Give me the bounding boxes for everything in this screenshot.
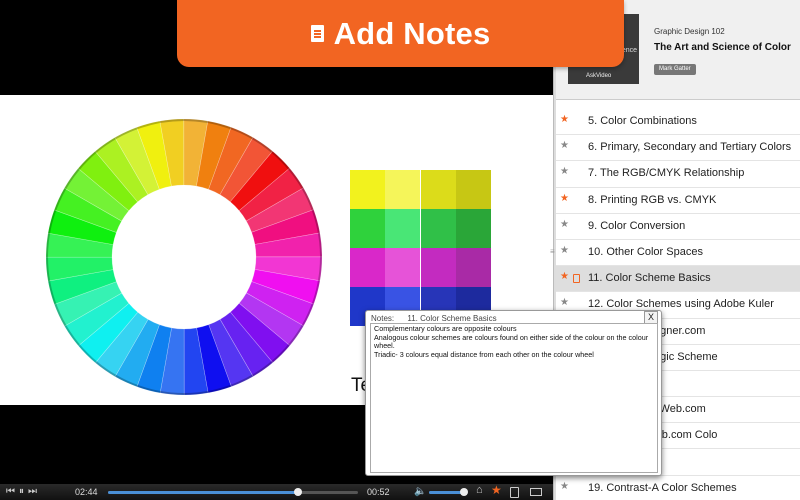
color-swatch <box>455 209 491 248</box>
star-icon[interactable]: ★ <box>560 166 569 177</box>
lesson-label: 11. Color Scheme Basics <box>588 272 711 285</box>
star-icon[interactable]: ★ <box>560 271 569 282</box>
color-swatch <box>420 248 456 287</box>
star-icon[interactable]: ★ <box>560 481 569 492</box>
thumbnail-text: ence <box>621 47 637 54</box>
app-window: Te Add Notes ⏮ ⏸ ⏭ 02:44 00:52 🔈 ⌂ ★ Not… <box>0 0 800 500</box>
notes-line: Analogous colour schemes are colours fou… <box>374 332 649 351</box>
lesson-label: 7. The RGB/CMYK Relationship <box>588 167 745 180</box>
color-swatch <box>385 209 421 248</box>
lesson-label: 12. Color Schemes using Adobe Kuler <box>588 298 774 311</box>
color-swatch <box>420 209 456 248</box>
author-badge: Mark Gatter <box>654 64 696 75</box>
volume-fill <box>429 491 465 494</box>
home-icon[interactable]: ⌂ <box>476 484 483 496</box>
lesson-item[interactable]: ★ 8. Printing RGB vs. CMYK <box>556 188 800 214</box>
lesson-label: 6. Primary, Secondary and Tertiary Color… <box>588 141 792 154</box>
lesson-item[interactable]: ★ 11. Color Scheme Basics <box>556 266 800 293</box>
lesson-item[interactable]: ★ 7. The RGB/CMYK Relationship <box>556 161 800 188</box>
progress-knob[interactable] <box>294 488 302 496</box>
lesson-label: 5. Color Combinations <box>588 115 697 127</box>
star-icon[interactable]: ★ <box>491 483 502 497</box>
color-swatch <box>350 209 385 248</box>
lesson-item[interactable]: ★ 5. Color Combinations <box>556 109 800 136</box>
notes-line: Triadic- 3 colours equal distance from e… <box>374 349 594 359</box>
fast-forward-icon[interactable]: ⏭ <box>28 484 37 500</box>
note-icon <box>573 274 580 284</box>
remaining-time: 00:52 <box>367 487 390 497</box>
lesson-label: 10. Other Color Spaces <box>588 245 703 258</box>
player-controls: ⏮ ⏸ ⏭ 02:44 00:52 🔈 ⌂ ★ <box>0 483 553 500</box>
course-title: The Art and Science of Color <box>654 42 791 53</box>
drag-handle-icon[interactable]: ≡ <box>550 247 555 256</box>
thumbnail-brand: AskVideo <box>586 73 612 79</box>
notes-icon[interactable] <box>510 487 519 498</box>
color-swatch <box>350 170 385 209</box>
color-swatch <box>385 248 421 287</box>
star-icon[interactable]: ★ <box>560 245 569 256</box>
star-icon[interactable]: ★ <box>560 193 569 204</box>
lesson-label: 8. Printing RGB vs. CMYK <box>588 193 717 206</box>
volume-icon[interactable]: 🔈 <box>414 484 426 500</box>
note-icon <box>310 25 324 42</box>
lesson-item[interactable]: ★ 6. Primary, Secondary and Tertiary Colo… <box>556 135 800 162</box>
progress-fill <box>108 491 298 494</box>
lesson-label: 19. Contrast-A Color Schemes <box>588 481 737 494</box>
volume-knob[interactable] <box>460 488 469 496</box>
lesson-label: 9. Color Conversion <box>588 219 686 232</box>
notes-lesson-title: 11. Color Scheme Basics <box>407 314 497 323</box>
current-time: 02:44 <box>75 487 98 497</box>
volume-slider[interactable] <box>429 488 469 496</box>
color-swatch <box>455 248 491 287</box>
notes-popup: Notes: 11. Color Scheme Basics X Complem… <box>365 310 662 476</box>
color-swatch-grid <box>350 170 491 326</box>
star-icon[interactable]: ★ <box>560 297 569 308</box>
lesson-item[interactable]: ★ 19. Contrast-A Color Schemes <box>556 476 800 500</box>
color-swatch <box>350 248 385 287</box>
rewind-icon[interactable]: ⏮ <box>6 484 15 500</box>
add-notes-banner: Add Notes <box>177 0 624 67</box>
color-wheel <box>45 118 323 396</box>
lesson-item[interactable]: ★ 10. Other Color Spaces <box>556 240 800 267</box>
star-icon[interactable]: ★ <box>560 114 569 125</box>
color-swatch <box>455 170 491 209</box>
banner-title: Add Notes <box>333 15 491 51</box>
pause-icon[interactable]: ⏸ <box>19 484 24 500</box>
lesson-item[interactable]: ★ 9. Color Conversion <box>556 214 800 240</box>
course-subtitle: Graphic Design 102 <box>654 27 725 36</box>
progress-slider[interactable] <box>108 488 358 496</box>
star-icon[interactable]: ★ <box>560 219 569 230</box>
star-icon[interactable]: ★ <box>560 140 569 151</box>
notes-textarea[interactable]: Complementary colours are opposite colou… <box>370 323 658 473</box>
fullscreen-icon[interactable] <box>530 488 542 496</box>
color-swatch <box>385 170 421 209</box>
notes-label: Notes: <box>371 314 395 323</box>
color-swatch <box>420 170 456 209</box>
